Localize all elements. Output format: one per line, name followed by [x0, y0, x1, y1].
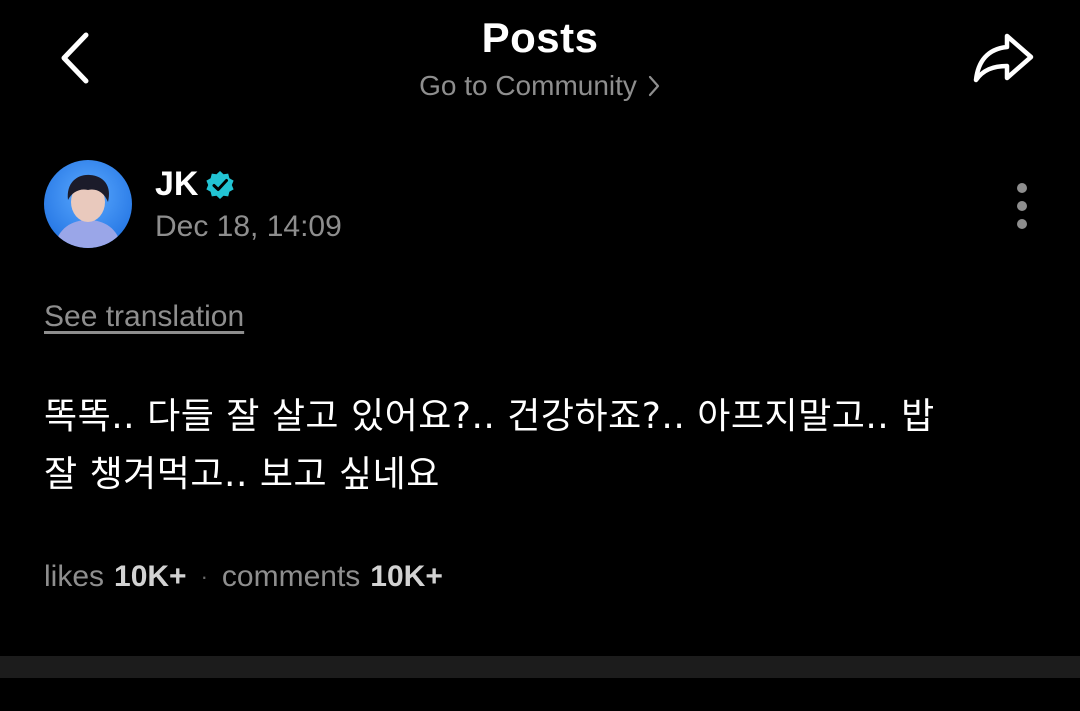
section-divider [0, 656, 1080, 678]
see-translation-link[interactable]: See translation [44, 300, 244, 334]
share-button[interactable] [968, 28, 1038, 88]
community-link-label: Go to Community [419, 70, 637, 101]
verified-badge-icon [204, 169, 236, 201]
comments-count[interactable]: 10K+ [370, 560, 443, 594]
post-stats: likes 10K+ · comments 10K+ [44, 560, 443, 594]
stats-separator: · [200, 564, 208, 589]
comments-label: comments [221, 560, 361, 593]
likes-label: likes [44, 560, 105, 593]
chevron-right-icon [648, 75, 660, 96]
avatar[interactable] [44, 160, 132, 248]
author-row: JK [155, 162, 236, 206]
post-timestamp: Dec 18, 14:09 [155, 210, 342, 243]
go-to-community-link[interactable]: Go to Community [0, 70, 1080, 102]
more-options-button[interactable] [1000, 178, 1044, 234]
more-vertical-icon [1017, 183, 1027, 229]
post-body: 똑똑.. 다들 잘 살고 있어요?.. 건강하죠?.. 아프지말고.. 밥 잘 … [44, 388, 1034, 504]
post-body-line: 똑똑.. 다들 잘 살고 있어요?.. 건강하죠?.. 아프지말고.. 밥 [44, 396, 935, 437]
author-name[interactable]: JK [155, 165, 198, 204]
share-icon [973, 33, 1034, 83]
top-bar: Posts Go to Community [0, 0, 1080, 130]
likes-count[interactable]: 10K+ [114, 560, 187, 594]
page-title: Posts [481, 14, 599, 61]
profile-photo [44, 160, 132, 248]
post-body-line: 잘 챙겨먹고.. 보고 싶네요 [44, 454, 440, 495]
